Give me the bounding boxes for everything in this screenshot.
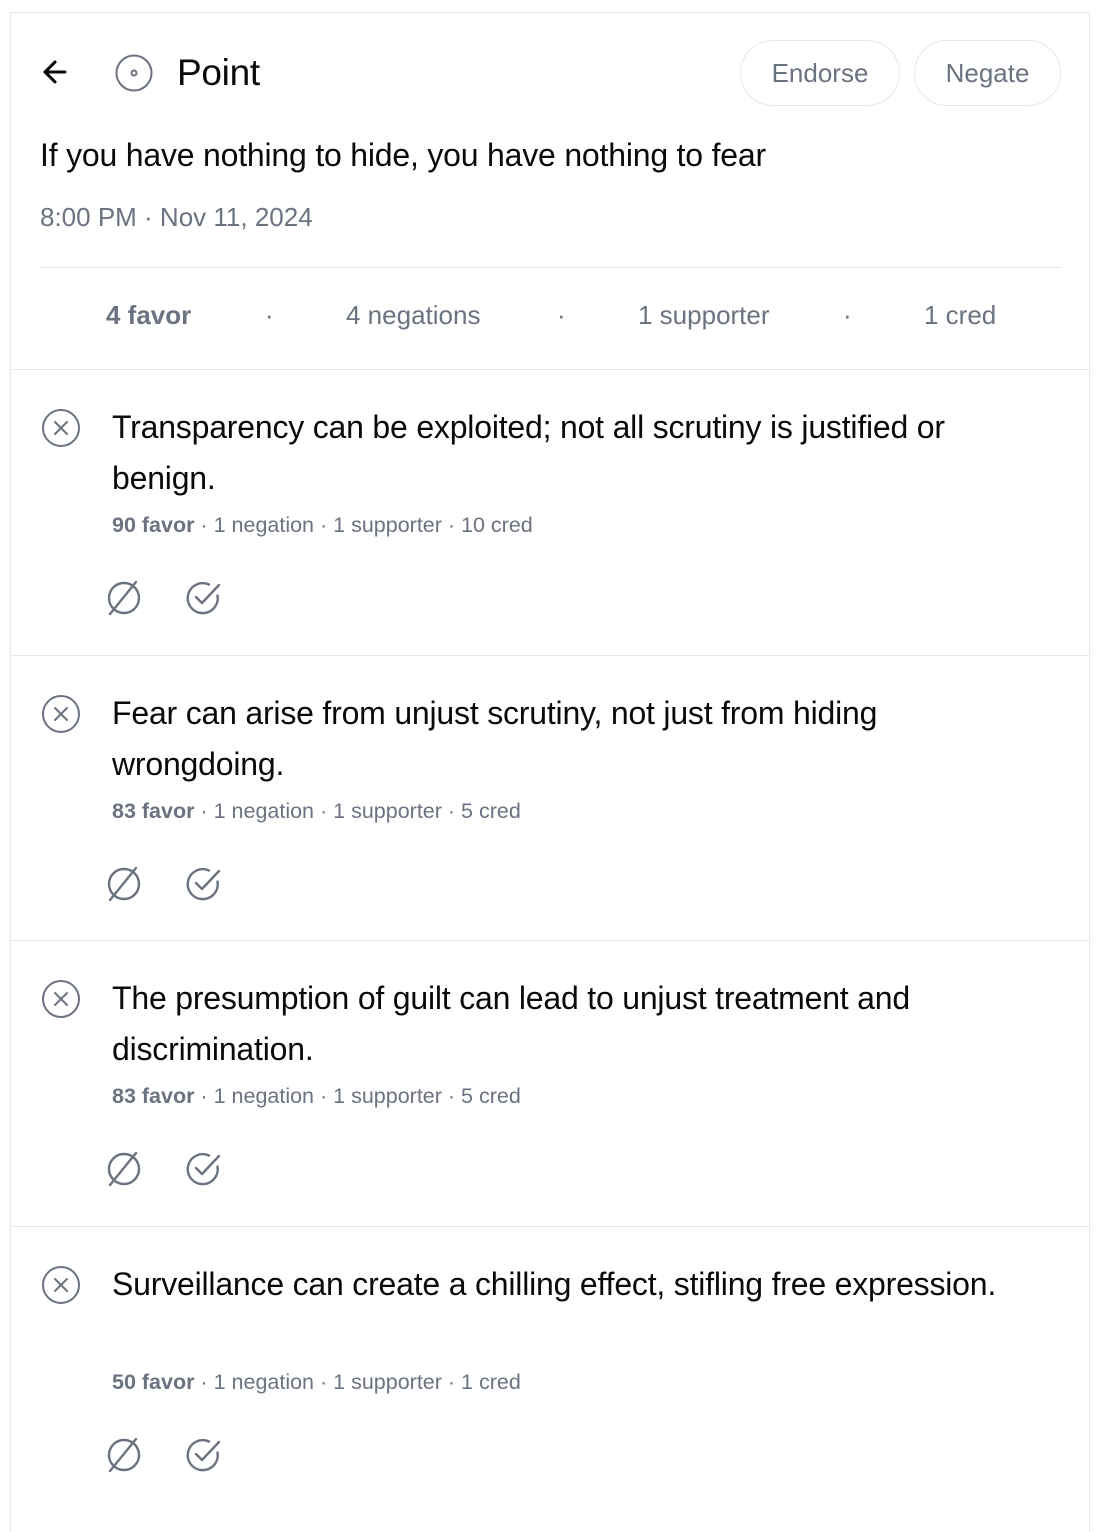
favor-stat: 90 favor — [112, 513, 195, 537]
supporters-stat: 1 supporter — [333, 1370, 442, 1394]
stat-separator: · — [447, 513, 462, 537]
header: Point Endorse Negate — [11, 40, 1089, 106]
negation-item[interactable]: Transparency can be exploited; not all s… — [11, 369, 1089, 655]
negations-stat: 1 negation — [213, 799, 315, 823]
negations-stat: 1 negation — [213, 1370, 315, 1394]
negation-stats: 90 favor · 1 negation · 1 supporter · 10… — [112, 510, 533, 540]
point-page: Point Endorse Negate If you have nothing… — [10, 12, 1090, 1532]
cred-stat: 1 cred — [924, 300, 997, 330]
negation-stats: 50 favor · 1 negation · 1 supporter · 1 … — [112, 1367, 521, 1397]
negation-item[interactable]: The presumption of guilt can lead to unj… — [11, 940, 1089, 1226]
cred-stat: 5 cred — [461, 1084, 521, 1108]
negation-text: Surveillance can create a chilling effec… — [112, 1266, 997, 1302]
stat-separator: · — [265, 300, 274, 330]
endorse-action-button[interactable] — [183, 1149, 223, 1189]
circle-check-icon — [186, 1152, 221, 1186]
negation-stats: 83 favor · 1 negation · 1 supporter · 5 … — [112, 796, 521, 826]
arrow-left-icon — [43, 60, 67, 84]
negation-stats: 83 favor · 1 negation · 1 supporter · 5 … — [112, 1081, 521, 1111]
negation-text: Fear can arise from unjust scrutiny, not… — [112, 695, 878, 782]
stat-separator: · — [200, 1084, 214, 1108]
cred-stat: 10 cred — [461, 513, 533, 537]
stat-separator: · — [843, 300, 852, 330]
negate-action-button[interactable] — [104, 864, 144, 904]
cred-stat: 5 cred — [461, 799, 521, 823]
stat-separator: · — [320, 1084, 334, 1108]
supporters-stat: 1 supporter — [638, 300, 770, 330]
negation-item[interactable]: Fear can arise from unjust scrutiny, not… — [11, 655, 1089, 941]
favor-stat: 50 favor — [112, 1370, 195, 1394]
supporters-stat: 1 supporter — [333, 513, 442, 537]
divider — [40, 267, 1061, 268]
back-button[interactable] — [37, 54, 73, 90]
negation-item[interactable]: Surveillance can create a chilling effec… — [11, 1226, 1089, 1512]
page-title: Point — [177, 52, 260, 93]
endorse-button[interactable]: Endorse — [740, 40, 900, 106]
ban-icon — [107, 1151, 141, 1187]
stat-separator: · — [320, 513, 334, 537]
favor-stat: 83 favor — [112, 799, 195, 823]
endorse-action-button[interactable] — [183, 1435, 223, 1475]
circle-check-icon — [186, 1438, 221, 1472]
stat-separator: · — [320, 1370, 334, 1394]
stat-separator: · — [200, 1370, 214, 1394]
circle-x-icon — [41, 1265, 81, 1305]
ban-icon — [107, 866, 141, 902]
stat-separator: · — [447, 1370, 462, 1394]
stat-separator: · — [557, 300, 566, 330]
negation-text: The presumption of guilt can lead to unj… — [112, 980, 910, 1067]
point-timestamp: 8:00 PM · Nov 11, 2024 — [40, 202, 313, 232]
point-stats: 4 favor · 4 negations · 1 supporter · 1 … — [40, 295, 1061, 335]
stat-separator: · — [200, 513, 214, 537]
stat-separator: · — [200, 799, 214, 823]
endorse-action-button[interactable] — [183, 864, 223, 904]
ban-icon — [107, 1437, 141, 1473]
negate-action-button[interactable] — [104, 1149, 144, 1189]
favor-stat: 83 favor — [112, 1084, 195, 1108]
negation-text: Transparency can be exploited; not all s… — [112, 409, 945, 496]
negations-stat: 4 negations — [346, 300, 481, 330]
negations-stat: 1 negation — [213, 1084, 315, 1108]
ban-icon — [107, 580, 141, 616]
favor-stat: 4 favor — [106, 300, 192, 330]
endorse-action-button[interactable] — [183, 578, 223, 618]
supporters-stat: 1 supporter — [333, 799, 442, 823]
circle-x-icon — [41, 979, 81, 1019]
stat-separator: · — [320, 799, 334, 823]
circle-x-icon — [41, 694, 81, 734]
circle-check-icon — [186, 581, 221, 615]
cred-stat: 1 cred — [461, 1370, 521, 1394]
point-statement: If you have nothing to hide, you have no… — [40, 137, 766, 173]
stat-separator: · — [447, 799, 462, 823]
supporters-stat: 1 supporter — [333, 1084, 442, 1108]
negate-action-button[interactable] — [104, 578, 144, 618]
circle-dot-icon — [114, 53, 154, 93]
negate-button[interactable]: Negate — [914, 40, 1061, 106]
stat-separator: · — [447, 1084, 462, 1108]
negate-action-button[interactable] — [104, 1435, 144, 1475]
negations-stat: 1 negation — [213, 513, 315, 537]
circle-check-icon — [186, 867, 221, 901]
circle-x-icon — [41, 408, 81, 448]
